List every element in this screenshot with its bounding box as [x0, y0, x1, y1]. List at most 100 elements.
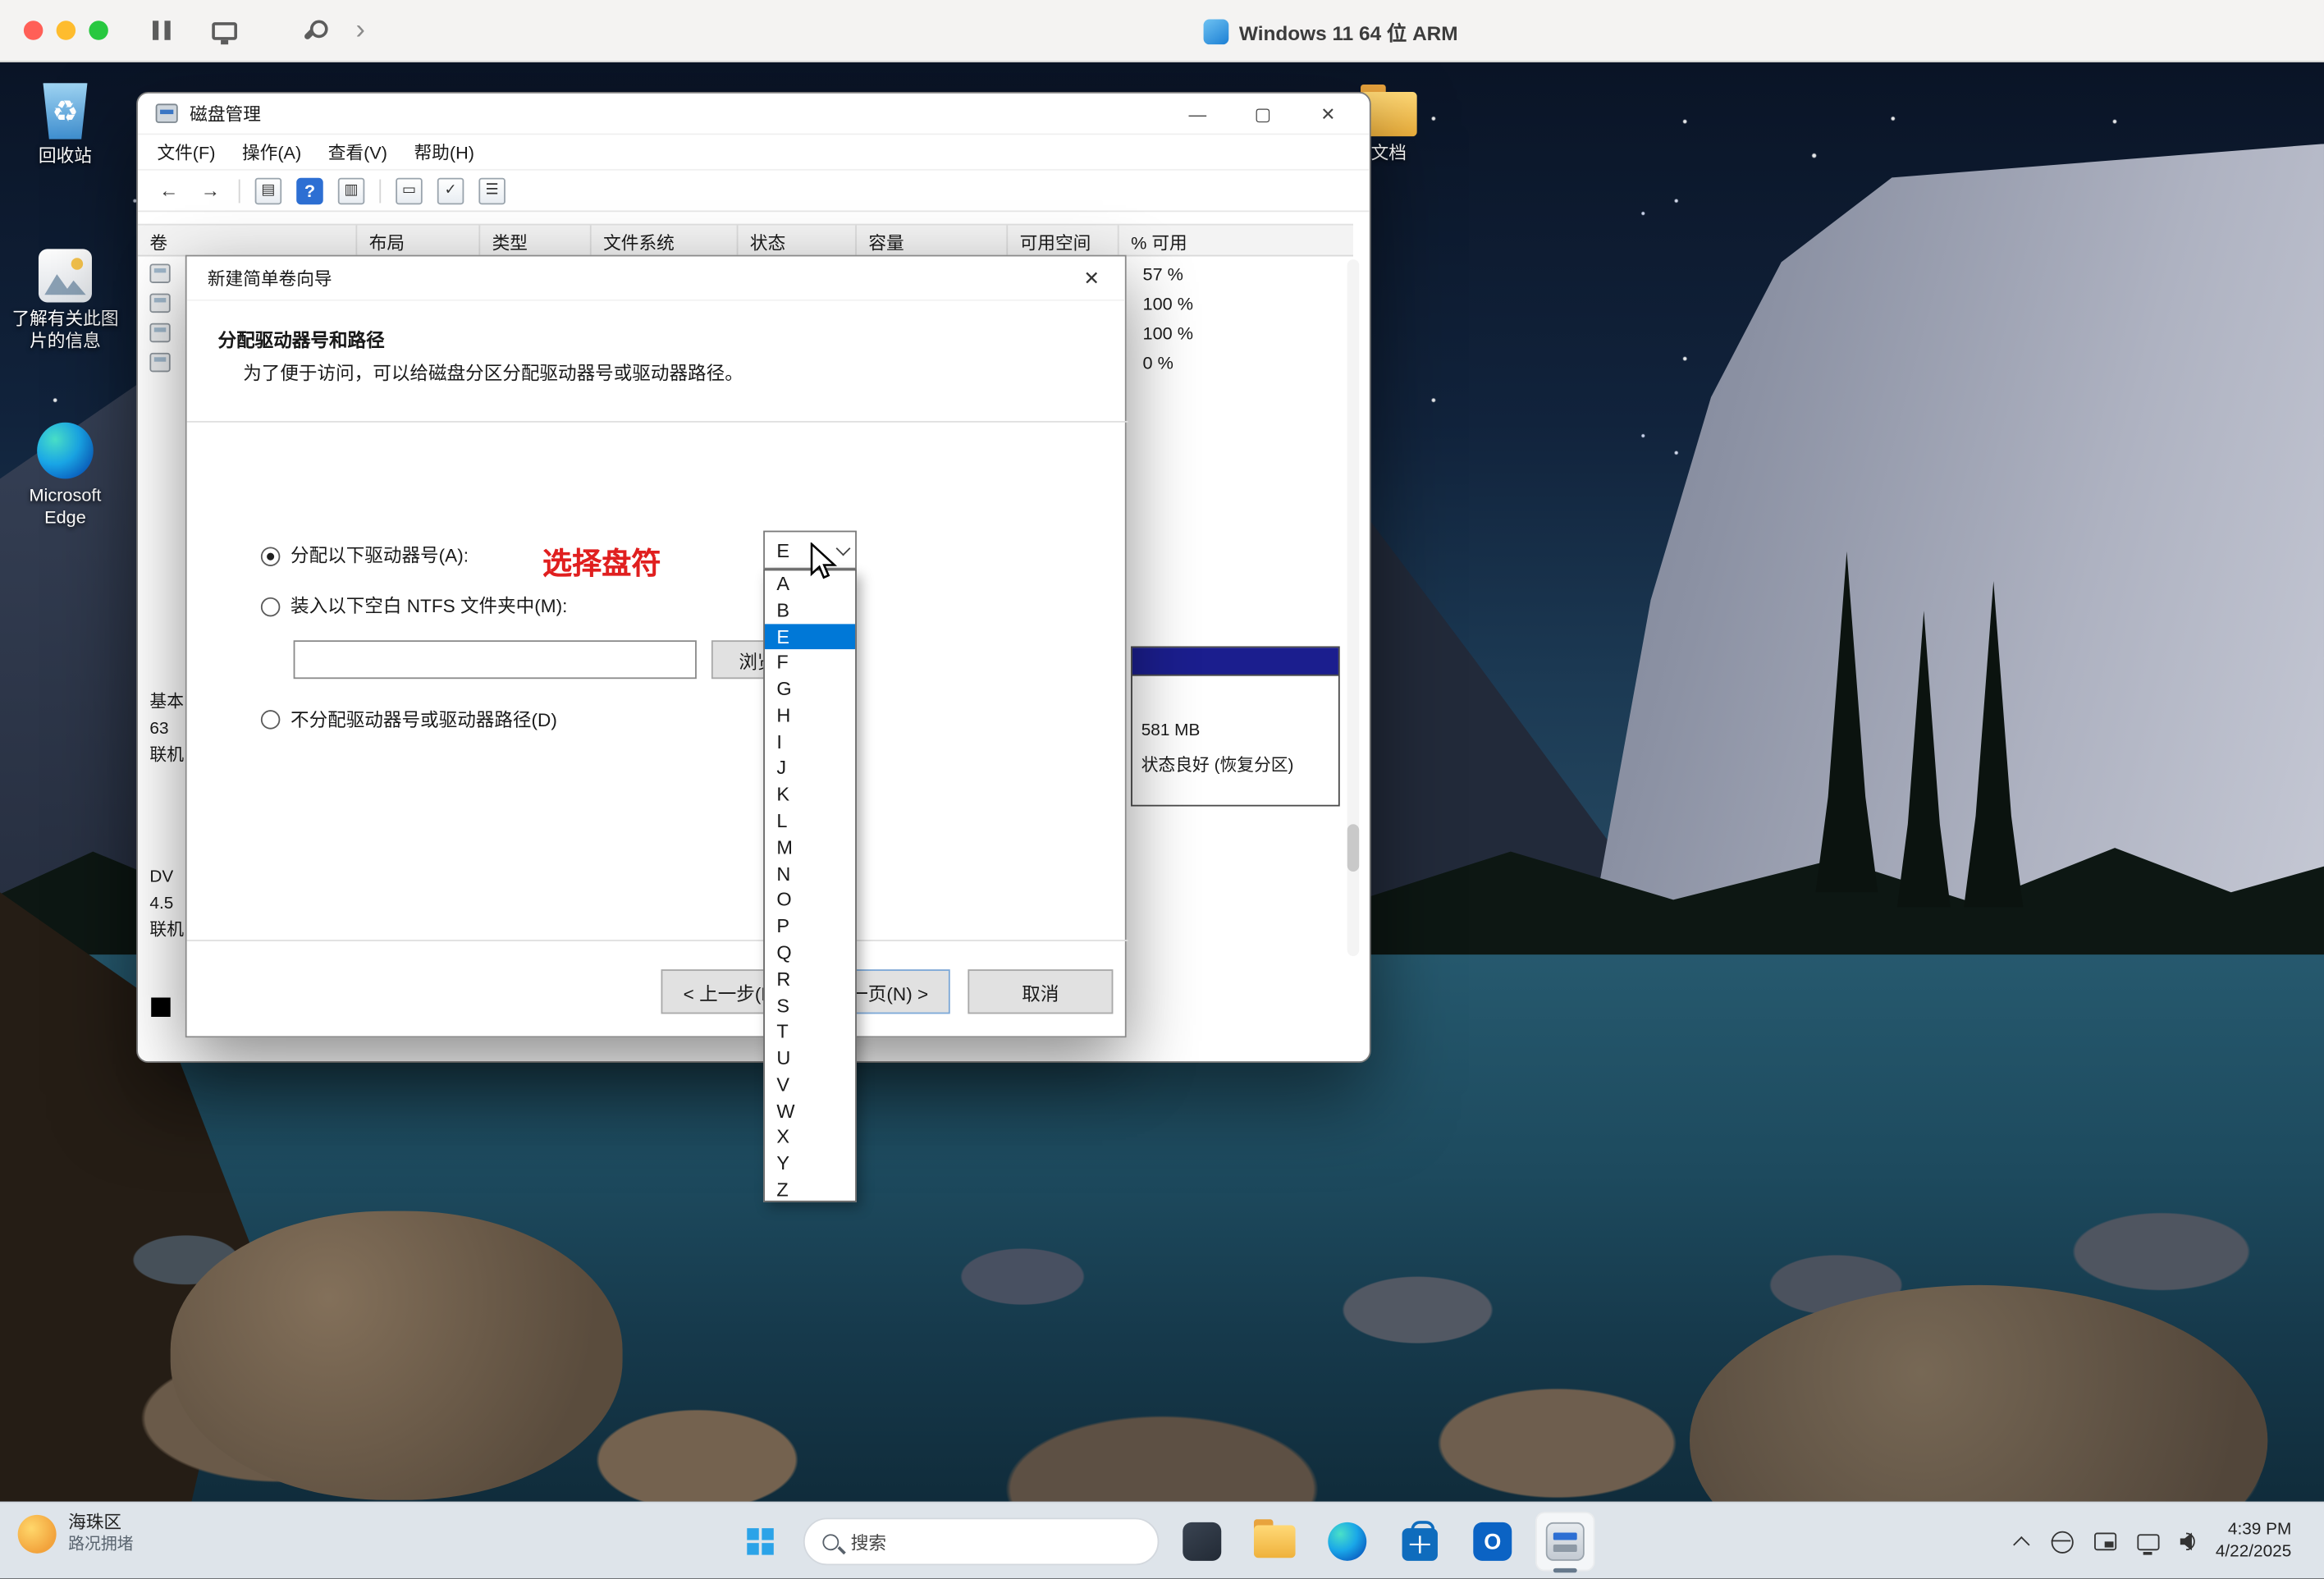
vertical-scrollbar[interactable]: [1347, 259, 1359, 956]
drive-letter-option[interactable]: P: [765, 913, 855, 940]
drive-letter-option[interactable]: Q: [765, 940, 855, 966]
radio-label-no-assign[interactable]: 不分配驱动器号或驱动器路径(D): [290, 712, 557, 730]
wizard-heading: 分配驱动器号和路径: [217, 325, 384, 353]
drive-letter-option[interactable]: B: [765, 597, 855, 623]
details-view-icon[interactable]: ▥: [338, 177, 365, 204]
folder-path-input[interactable]: [294, 640, 697, 679]
clock-date: 4/22/2025: [2216, 1541, 2291, 1563]
drive-letter-option[interactable]: G: [765, 676, 855, 703]
taskbar-app-file-explorer[interactable]: [1245, 1512, 1304, 1571]
chevron-right-icon[interactable]: ›: [355, 16, 364, 44]
menu-item[interactable]: 查看(V): [314, 134, 400, 169]
wizard-titlebar[interactable]: 新建简单卷向导 ✕: [187, 256, 1125, 300]
volume-icon[interactable]: [2180, 1533, 2194, 1551]
close-icon[interactable]: ✕: [1059, 256, 1125, 300]
drive-letter-option[interactable]: O: [765, 887, 855, 913]
column-header[interactable]: 卷: [138, 226, 357, 255]
wizard-title: 新建简单卷向导: [208, 265, 332, 291]
menu-item[interactable]: 操作(A): [229, 134, 315, 169]
language-globe-icon[interactable]: [2051, 1531, 2073, 1553]
vm-app-icon: [1204, 19, 1229, 44]
column-header[interactable]: 容量: [857, 226, 1008, 255]
drive-letter-option[interactable]: S: [765, 992, 855, 1018]
file-explorer-icon: [1254, 1525, 1296, 1558]
taskbar-app-edge[interactable]: [1318, 1512, 1377, 1571]
radio-label-mount-folder[interactable]: 装入以下空白 NTFS 文件夹中(M):: [290, 597, 567, 616]
divider: [187, 421, 1128, 423]
volume-free-percent: 57 %: [1143, 263, 1183, 284]
drive-letter-option[interactable]: Y: [765, 1151, 855, 1177]
drive-letter-option[interactable]: Z: [765, 1177, 855, 1202]
drive-letter-option[interactable]: N: [765, 861, 855, 887]
taskbar-clock[interactable]: 4:39 PM 4/22/2025: [2216, 1519, 2291, 1563]
zoom-window-button[interactable]: [89, 21, 108, 39]
back-icon[interactable]: ←: [156, 177, 183, 204]
volume-free-percent: 100 %: [1143, 294, 1193, 314]
drive-letter-option[interactable]: F: [765, 650, 855, 676]
scrollbar-thumb[interactable]: [1347, 824, 1359, 872]
help-icon[interactable]: ?: [296, 177, 323, 204]
drive-letter-option[interactable]: V: [765, 1072, 855, 1098]
taskbar-app-widgets[interactable]: [1173, 1512, 1232, 1571]
column-header[interactable]: 可用空间: [1008, 226, 1119, 255]
taskbar-search[interactable]: 搜索: [803, 1517, 1159, 1565]
drive-letter-option[interactable]: J: [765, 755, 855, 781]
disk-info-line: 联机: [149, 918, 184, 945]
dark-app-icon: [1183, 1522, 1221, 1561]
disk-management-titlebar[interactable]: 磁盘管理 — ▢ ✕: [138, 94, 1370, 135]
forward-icon[interactable]: →: [197, 177, 224, 204]
cancel-button[interactable]: 取消: [968, 969, 1113, 1014]
drive-letter-option[interactable]: K: [765, 781, 855, 808]
volume-icon: [149, 323, 170, 342]
list-view-icon[interactable]: ▤: [255, 177, 282, 204]
drive-letter-option[interactable]: H: [765, 703, 855, 729]
desktop-icon-recycle-bin[interactable]: ♻ 回收站: [11, 83, 118, 167]
drive-letter-option[interactable]: T: [765, 1018, 855, 1045]
drive-letter-option[interactable]: L: [765, 808, 855, 834]
drive-letter-option[interactable]: U: [765, 1045, 855, 1071]
network-icon[interactable]: [2137, 1533, 2159, 1549]
column-header[interactable]: 类型: [480, 226, 591, 255]
pip-icon[interactable]: [2094, 1533, 2116, 1551]
properties-icon[interactable]: ☰: [478, 177, 506, 204]
radio-mount-ntfs-folder[interactable]: [261, 597, 280, 616]
menu-item[interactable]: 帮助(H): [400, 134, 487, 169]
disk-management-icon: [1546, 1522, 1585, 1561]
column-header[interactable]: 布局: [357, 226, 480, 255]
radio-label-assign-letter[interactable]: 分配以下驱动器号(A):: [290, 547, 469, 565]
minimize-button[interactable]: —: [1165, 94, 1230, 135]
tray-chevron-up-icon[interactable]: [2013, 1536, 2029, 1553]
desktop-icon-learn-picture[interactable]: 了解有关此图片的信息: [11, 249, 118, 352]
taskbar-app-store[interactable]: [1390, 1512, 1449, 1571]
close-window-button[interactable]: [24, 21, 43, 39]
check-icon[interactable]: ✓: [437, 177, 464, 204]
minimize-window-button[interactable]: [57, 21, 75, 39]
radio-assign-drive-letter[interactable]: [261, 547, 280, 565]
menu-item[interactable]: 文件(F): [144, 134, 229, 169]
radio-no-assign[interactable]: [261, 710, 280, 729]
close-button[interactable]: ✕: [1296, 94, 1361, 135]
drive-letter-option[interactable]: W: [765, 1098, 855, 1124]
drive-letter-option[interactable]: I: [765, 729, 855, 755]
desktop-icon-edge[interactable]: Microsoft Edge: [11, 423, 118, 529]
drive-letter-option[interactable]: E: [765, 624, 855, 650]
drive-letter-option[interactable]: R: [765, 966, 855, 992]
disk-info-line: 基本: [149, 689, 184, 716]
pause-vm-icon[interactable]: [153, 21, 171, 39]
recovery-partition-box[interactable]: 581 MB 状态良好 (恢复分区): [1131, 646, 1340, 806]
column-header[interactable]: % 可用: [1119, 226, 1353, 255]
taskbar-app-disk-management[interactable]: [1535, 1512, 1594, 1571]
screenshot-icon[interactable]: [212, 21, 237, 39]
column-header[interactable]: 文件系统: [592, 226, 739, 255]
mouse-cursor: [809, 542, 840, 587]
drive-letter-option[interactable]: M: [765, 835, 855, 861]
start-button[interactable]: [730, 1512, 789, 1571]
disk-view-icon[interactable]: ▭: [396, 177, 423, 204]
drive-letter-option[interactable]: X: [765, 1124, 855, 1151]
column-header[interactable]: 状态: [738, 226, 856, 255]
tools-icon[interactable]: [304, 21, 323, 40]
taskbar-weather-widget[interactable]: 海珠区 路况拥堵: [18, 1512, 134, 1554]
weather-icon: [18, 1514, 57, 1553]
maximize-button[interactable]: ▢: [1230, 94, 1295, 135]
taskbar-app-outlook[interactable]: O: [1463, 1512, 1522, 1571]
